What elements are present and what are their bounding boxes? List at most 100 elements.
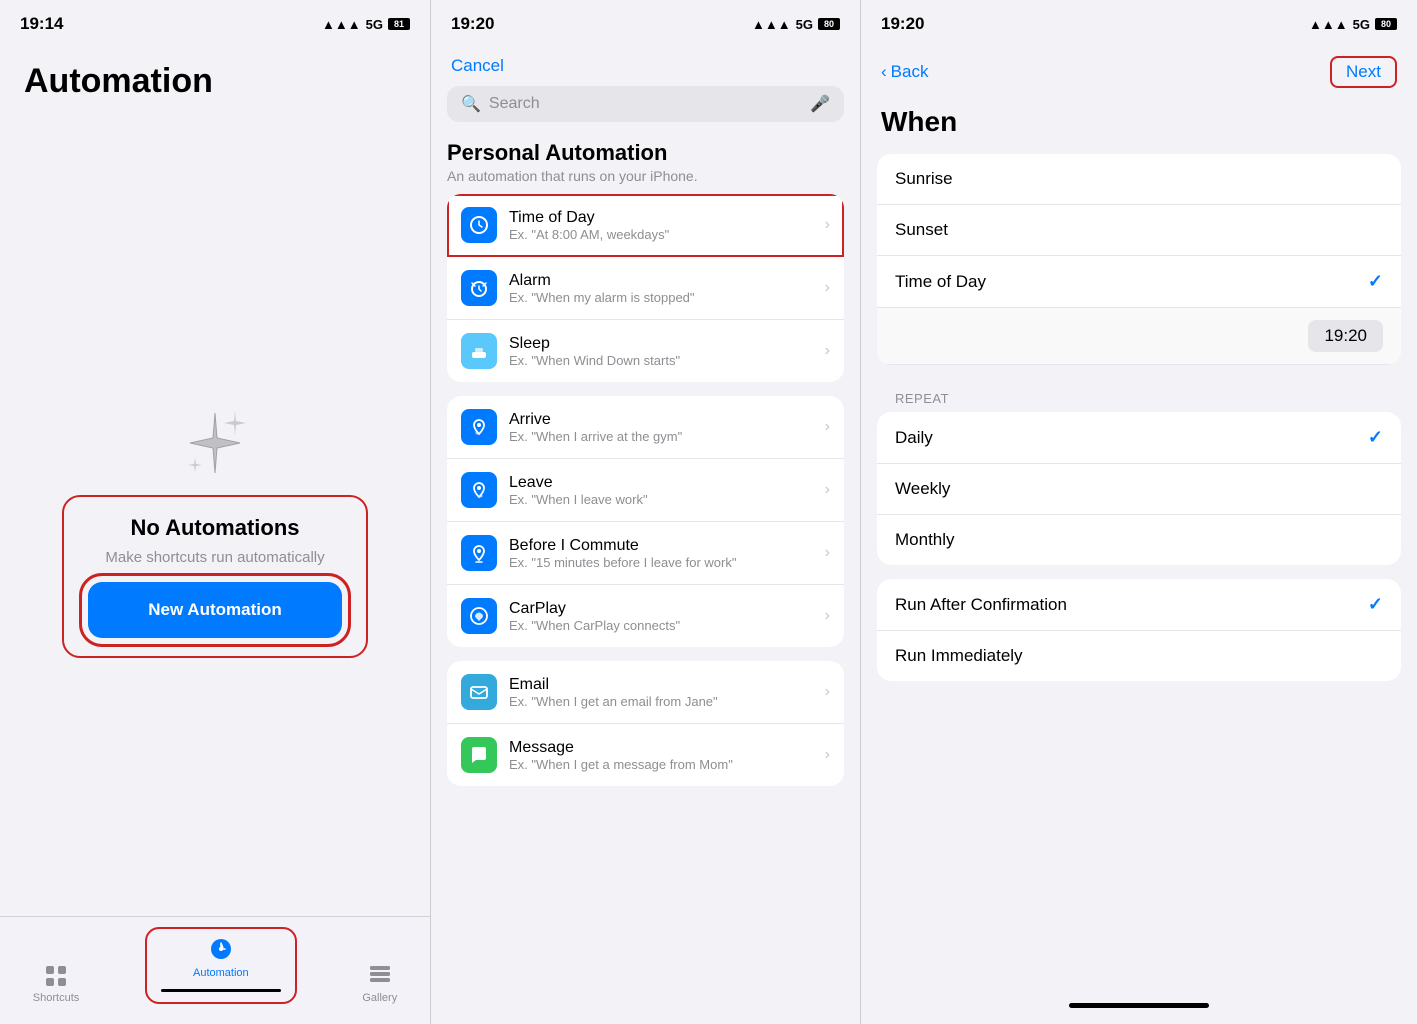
- new-automation-button[interactable]: New Automation: [88, 582, 341, 638]
- daily-check-icon: ✓: [1368, 427, 1383, 448]
- when-title: When: [861, 98, 1417, 154]
- status-bar-3: 19:20 ▲▲▲ 5G 80: [861, 0, 1417, 42]
- list-item-leave[interactable]: Leave Ex. "When I leave work" ›: [447, 459, 844, 522]
- new-automation-box: No Automations Make shortcuts run automa…: [62, 495, 367, 658]
- cancel-button[interactable]: Cancel: [451, 56, 504, 76]
- arrive-title: Arrive: [509, 411, 817, 429]
- carplay-icon: [461, 598, 497, 634]
- daily-label: Daily: [895, 428, 933, 448]
- time-picker-value[interactable]: 19:20: [1308, 320, 1383, 352]
- sunrise-label: Sunrise: [895, 169, 953, 189]
- personal-automation-sub: An automation that runs on your iPhone.: [447, 168, 844, 184]
- list-item-carplay[interactable]: CarPlay Ex. "When CarPlay connects" ›: [447, 585, 844, 647]
- automation-tab-icon: [207, 935, 235, 963]
- tab-automation[interactable]: Automation: [145, 927, 297, 1004]
- sunset-label: Sunset: [895, 220, 948, 240]
- commute-icon: [461, 535, 497, 571]
- tab-shortcuts[interactable]: Shortcuts: [33, 960, 79, 1004]
- tab-bar: Shortcuts Automation Gallery: [0, 916, 430, 1024]
- message-text: Message Ex. "When I get a message from M…: [509, 739, 817, 772]
- run-after-label: Run After Confirmation: [895, 595, 1067, 615]
- chevron-icon: ›: [825, 481, 830, 499]
- time-of-day-check-icon: ✓: [1368, 271, 1383, 292]
- list-item-arrive[interactable]: Arrive Ex. "When I arrive at the gym" ›: [447, 396, 844, 459]
- run-item-immediately[interactable]: Run Immediately: [877, 631, 1401, 681]
- repeat-item-daily[interactable]: Daily ✓: [877, 412, 1401, 464]
- chevron-icon: ›: [825, 683, 830, 701]
- chevron-left-icon: ‹: [881, 62, 887, 82]
- screen2-scroll: Personal Automation An automation that r…: [431, 134, 860, 1024]
- carplay-title: CarPlay: [509, 600, 817, 618]
- message-title: Message: [509, 739, 817, 757]
- time-of-day-when-label: Time of Day: [895, 272, 986, 292]
- run-immediately-label: Run Immediately: [895, 646, 1023, 666]
- email-icon: [461, 674, 497, 710]
- automation-tab-label: Automation: [193, 967, 249, 979]
- repeat-item-monthly[interactable]: Monthly: [877, 515, 1401, 565]
- arrive-text: Arrive Ex. "When I arrive at the gym": [509, 411, 817, 444]
- automation-list-group3: Email Ex. "When I get an email from Jane…: [447, 661, 844, 786]
- signal-icon-2: ▲▲▲: [752, 17, 791, 32]
- mic-icon: 🎤: [810, 94, 830, 114]
- next-button[interactable]: Next: [1330, 56, 1397, 88]
- time-of-day-title: Time of Day: [509, 209, 817, 227]
- list-item-message[interactable]: Message Ex. "When I get a message from M…: [447, 724, 844, 786]
- leave-text: Leave Ex. "When I leave work": [509, 474, 817, 507]
- search-bar[interactable]: 🔍 Search 🎤: [447, 86, 844, 122]
- back-button[interactable]: ‹ Back: [881, 62, 928, 82]
- search-placeholder-text: Search: [489, 95, 540, 113]
- tab-gallery[interactable]: Gallery: [362, 960, 397, 1004]
- list-item-commute[interactable]: Before I Commute Ex. "15 minutes before …: [447, 522, 844, 585]
- repeat-item-weekly[interactable]: Weekly: [877, 464, 1401, 515]
- screen3-scroll: Sunrise Sunset Time of Day ✓ 19:20 REPEA…: [861, 154, 1417, 993]
- home-indicator: [1069, 1003, 1209, 1008]
- battery-icon-2: 80: [818, 18, 840, 30]
- alarm-icon: [461, 270, 497, 306]
- run-section: Run After Confirmation ✓ Run Immediately: [877, 579, 1401, 681]
- back-label: Back: [891, 62, 929, 82]
- status-icons-3: ▲▲▲ 5G 80: [1309, 17, 1397, 32]
- empty-state: No Automations Make shortcuts run automa…: [0, 117, 430, 1024]
- commute-title: Before I Commute: [509, 537, 817, 555]
- run-after-check-icon: ✓: [1368, 594, 1383, 615]
- alarm-sub: Ex. "When my alarm is stopped": [509, 290, 817, 305]
- when-section: Sunrise Sunset Time of Day ✓ 19:20: [877, 154, 1401, 365]
- screen2-header: Cancel: [431, 42, 860, 86]
- list-item-time-of-day[interactable]: Time of Day Ex. "At 8:00 AM, weekdays" ›: [447, 194, 844, 257]
- list-item-email[interactable]: Email Ex. "When I get an email from Jane…: [447, 661, 844, 724]
- status-bar-2: 19:20 ▲▲▲ 5G 80: [431, 0, 860, 42]
- time-of-day-text: Time of Day Ex. "At 8:00 AM, weekdays": [509, 209, 817, 242]
- sleep-title: Sleep: [509, 335, 817, 353]
- screen3-header: ‹ Back Next: [861, 42, 1417, 98]
- chevron-icon: ›: [825, 607, 830, 625]
- list-item-alarm[interactable]: Alarm Ex. "When my alarm is stopped" ›: [447, 257, 844, 320]
- time-picker-row: 19:20: [877, 308, 1401, 365]
- status-icons-2: ▲▲▲ 5G 80: [752, 17, 840, 32]
- shortcuts-tab-label: Shortcuts: [33, 992, 79, 1004]
- carplay-sub: Ex. "When CarPlay connects": [509, 618, 817, 633]
- list-item-sleep[interactable]: Sleep Ex. "When Wind Down starts" ›: [447, 320, 844, 382]
- personal-automation-header: Personal Automation: [447, 140, 844, 166]
- when-item-time-of-day[interactable]: Time of Day ✓: [877, 256, 1401, 308]
- when-item-sunset[interactable]: Sunset: [877, 205, 1401, 256]
- sleep-text: Sleep Ex. "When Wind Down starts": [509, 335, 817, 368]
- arrive-sub: Ex. "When I arrive at the gym": [509, 429, 817, 444]
- leave-sub: Ex. "When I leave work": [509, 492, 817, 507]
- run-item-after-confirmation[interactable]: Run After Confirmation ✓: [877, 579, 1401, 631]
- chevron-icon: ›: [825, 216, 830, 234]
- screen2: 19:20 ▲▲▲ 5G 80 Cancel 🔍 Search 🎤 Person…: [430, 0, 860, 1024]
- commute-sub: Ex. "15 minutes before I leave for work": [509, 555, 817, 570]
- when-item-sunrise[interactable]: Sunrise: [877, 154, 1401, 205]
- chevron-icon: ›: [825, 279, 830, 297]
- time-of-day-sub: Ex. "At 8:00 AM, weekdays": [509, 227, 817, 242]
- weekly-label: Weekly: [895, 479, 950, 499]
- leave-title: Leave: [509, 474, 817, 492]
- message-sub: Ex. "When I get a message from Mom": [509, 757, 817, 772]
- chevron-icon: ›: [825, 746, 830, 764]
- carplay-text: CarPlay Ex. "When CarPlay connects": [509, 600, 817, 633]
- network-type-2: 5G: [796, 17, 813, 32]
- network-type-3: 5G: [1353, 17, 1370, 32]
- battery-icon-1: 81: [388, 18, 410, 30]
- network-type-1: 5G: [366, 17, 383, 32]
- time-1: 19:14: [20, 14, 63, 34]
